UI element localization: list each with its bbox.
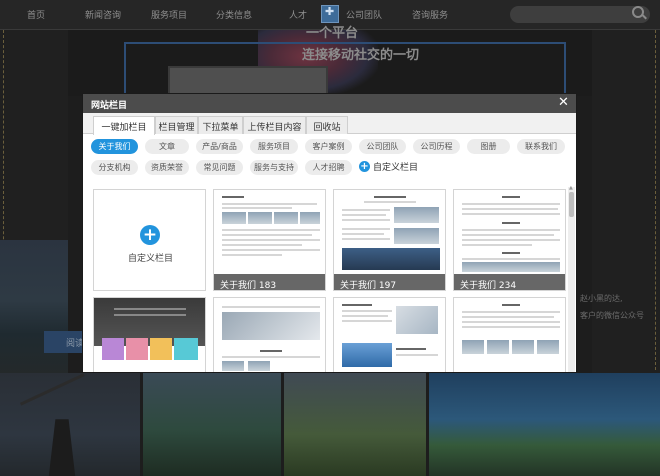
chip-about-us[interactable]: 关于我们 bbox=[91, 139, 138, 154]
tab-dropdown-menu[interactable]: 下拉菜单 bbox=[198, 116, 243, 134]
template-thumbnail bbox=[94, 298, 205, 372]
template-thumbnail bbox=[454, 298, 565, 372]
search-icon[interactable] bbox=[632, 6, 644, 18]
close-icon[interactable]: ✕ bbox=[558, 95, 569, 110]
nav-item-news[interactable]: 新闻咨询 bbox=[85, 8, 121, 21]
template-card-row2-4[interactable] bbox=[453, 297, 566, 372]
chip-history[interactable]: 公司历程 bbox=[413, 139, 460, 154]
template-caption: 关于我们 183 bbox=[214, 274, 325, 290]
tab-recycle-bin[interactable]: 回收站 bbox=[306, 116, 348, 134]
chip-cases[interactable]: 客户案例 bbox=[305, 139, 352, 154]
chip-gallery[interactable]: 图册 bbox=[467, 139, 510, 154]
chip-recruitment[interactable]: 人才招聘 bbox=[305, 160, 352, 175]
nav-item-services[interactable]: 服务项目 bbox=[151, 8, 187, 21]
nav-item-talent[interactable]: 人才 bbox=[289, 8, 307, 21]
template-card-234[interactable]: 关于我们 234 bbox=[453, 189, 566, 291]
site-search-input[interactable] bbox=[510, 6, 650, 23]
laptop-image bbox=[168, 66, 328, 96]
dialog-title: 网站栏目 bbox=[91, 101, 128, 111]
template-card-197[interactable]: 关于我们 197 bbox=[333, 189, 446, 291]
template-thumbnail bbox=[334, 298, 445, 372]
guide-line-right bbox=[655, 30, 656, 370]
nav-item-categories[interactable]: 分类信息 bbox=[216, 8, 252, 21]
template-caption: 关于我们 197 bbox=[334, 274, 445, 290]
dialog-header: 网站栏目 ✕ bbox=[83, 94, 576, 113]
chip-contact[interactable]: 联系我们 bbox=[517, 139, 565, 154]
template-card-row2-1[interactable] bbox=[93, 297, 206, 372]
dialog-tabs: 一键加栏目 栏目管理 下拉菜单 上传栏目内容 回收站 bbox=[83, 113, 576, 135]
scrollbar-thumb[interactable] bbox=[569, 192, 574, 217]
scroll-up-arrow-icon[interactable]: ▲ bbox=[569, 185, 573, 191]
template-card-row2-3[interactable] bbox=[333, 297, 446, 372]
chip-article[interactable]: 文章 bbox=[145, 139, 189, 154]
site-columns-dialog: 网站栏目 ✕ 一键加栏目 栏目管理 下拉菜单 上传栏目内容 回收站 关于我们 文… bbox=[82, 93, 577, 373]
custom-column-card[interactable]: + 自定义栏目 bbox=[93, 189, 206, 291]
template-grid: + 自定义栏目 关于我们 183 关于我们 197 关于我们 234 bbox=[91, 187, 566, 372]
nav-item-home[interactable]: 首页 bbox=[27, 8, 45, 21]
chip-products[interactable]: 产品/商品 bbox=[196, 139, 243, 154]
chip-branches[interactable]: 分支机构 bbox=[91, 160, 138, 175]
custom-column-card-label: 自定义栏目 bbox=[127, 254, 173, 264]
side-text: 客户的微信公众号 bbox=[580, 311, 644, 320]
gallery-photo-house bbox=[284, 373, 426, 476]
tab-column-management[interactable]: 栏目管理 bbox=[155, 116, 198, 134]
seascape-image bbox=[0, 240, 68, 375]
chip-support[interactable]: 服务与支持 bbox=[250, 160, 298, 175]
template-caption: 关于我们 234 bbox=[454, 274, 565, 290]
side-text: 赵小黑的达, bbox=[580, 294, 623, 303]
template-thumbnail bbox=[214, 298, 325, 372]
template-card-row2-2[interactable] bbox=[213, 297, 326, 372]
banner-subheadline: 连接移动社交的一切 bbox=[302, 48, 420, 63]
tab-quick-add[interactable]: 一键加栏目 bbox=[93, 116, 155, 135]
template-card-183[interactable]: 关于我们 183 bbox=[213, 189, 326, 291]
plus-icon: + bbox=[140, 225, 160, 245]
chip-team[interactable]: 公司团队 bbox=[359, 139, 406, 154]
gallery-photo-lake bbox=[429, 373, 660, 476]
plus-icon: + bbox=[359, 161, 370, 172]
chip-faq[interactable]: 常见问题 bbox=[196, 160, 243, 175]
nav-item-consulting[interactable]: 咨询服务 bbox=[412, 8, 448, 21]
tab-upload-content[interactable]: 上传栏目内容 bbox=[243, 116, 306, 134]
chip-honors[interactable]: 资质荣誉 bbox=[145, 160, 189, 175]
add-custom-column-label: 自定义栏目 bbox=[373, 163, 419, 173]
add-custom-column-button[interactable]: + 自定义栏目 bbox=[359, 160, 418, 173]
team-logo-icon bbox=[321, 5, 339, 23]
nav-item-team[interactable]: 公司团队 bbox=[346, 8, 382, 21]
gallery-photo-cliffs bbox=[143, 373, 281, 476]
chip-services[interactable]: 服务项目 bbox=[250, 139, 298, 154]
banner-headline: 一个平台 bbox=[306, 26, 359, 41]
